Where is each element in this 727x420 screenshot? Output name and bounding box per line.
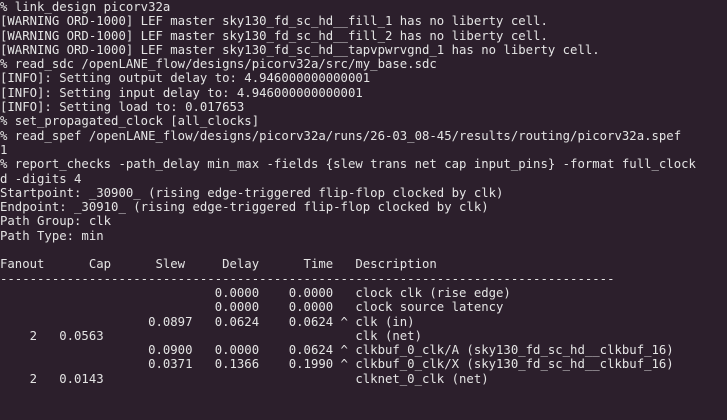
terminal-line: Path Type: min (0, 228, 104, 243)
terminal-line: 0.0900 0.0000 0.0624 ^ clkbuf_0_clk/A (s… (0, 343, 674, 358)
terminal-line: 0.0371 0.1366 0.1990 ^ clkbuf_0_clk/X (s… (0, 357, 674, 372)
terminal-line: % link_design picorv32a (0, 0, 171, 14)
terminal-line: ----------------------------------------… (0, 271, 615, 286)
terminal-line: % report_checks -path_delay min_max -fie… (0, 157, 696, 172)
terminal-line: [WARNING ORD-1000] LEF master sky130_fd_… (0, 14, 548, 29)
terminal-line: [INFO]: Setting input delay to: 4.946000… (0, 85, 363, 100)
terminal-line: % read_sdc /openLANE_flow/designs/picorv… (0, 57, 437, 72)
terminal-window[interactable]: % link_design picorv32a [WARNING ORD-100… (0, 0, 727, 420)
terminal-line: [INFO]: Setting output delay to: 4.94600… (0, 71, 371, 86)
terminal-line: Path Group: clk (0, 214, 112, 229)
terminal-line: 2 0.0563 clk (net) (0, 328, 422, 343)
terminal-line: Endpoint: _30910_ (rising edge-triggered… (0, 200, 489, 215)
terminal-line: 0.0000 0.0000 clock source latency (0, 300, 504, 315)
terminal-line: [INFO]: Setting load to: 0.017653 (0, 100, 245, 115)
terminal-line: % read_spef /openLANE_flow/designs/picor… (0, 128, 682, 143)
terminal-line: % set_propagated_clock [all_clocks] (0, 114, 260, 129)
terminal-line: Fanout Cap Slew Delay Time Description (0, 257, 437, 272)
terminal-line: d -digits 4 (0, 171, 82, 186)
terminal-line: 2 0.0143 clknet_0_clk (net) (0, 371, 489, 386)
terminal-line: [WARNING ORD-1000] LEF master sky130_fd_… (0, 42, 600, 57)
terminal-line: [WARNING ORD-1000] LEF master sky130_fd_… (0, 28, 548, 43)
terminal-line: 0.0897 0.0624 0.0624 ^ clk (in) (0, 314, 415, 329)
terminal-line: 1 (0, 142, 8, 157)
terminal-line: Startpoint: _30900_ (rising edge-trigger… (0, 185, 504, 200)
terminal-line: 0.0000 0.0000 clock clk (rise edge) (0, 285, 511, 300)
